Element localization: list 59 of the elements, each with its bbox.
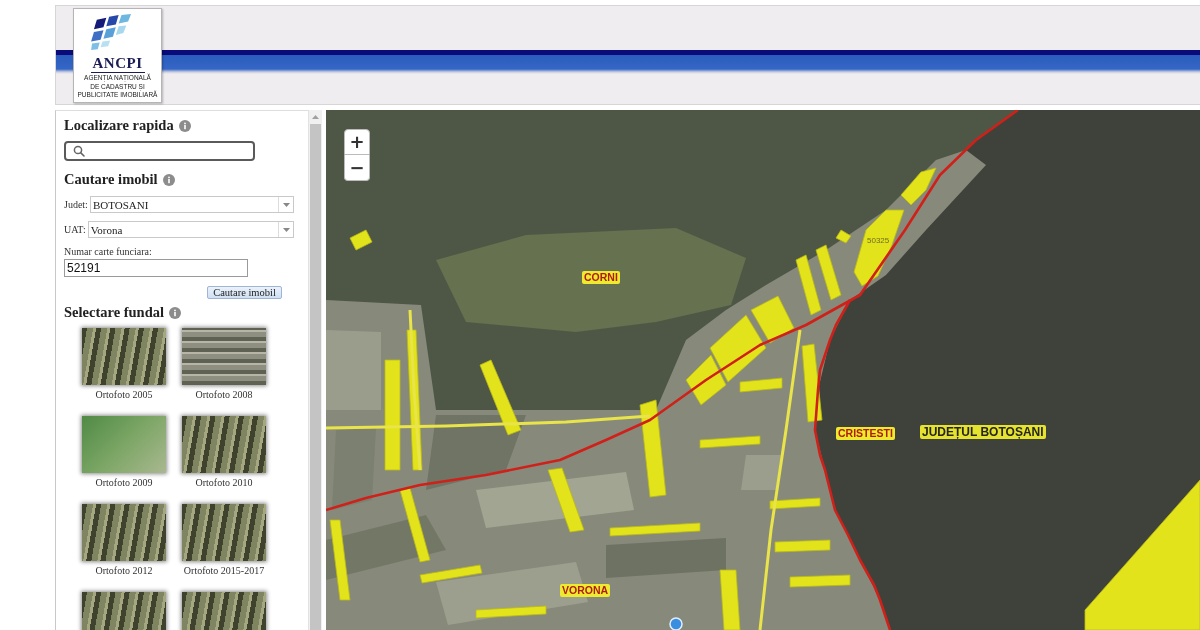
parcel-shape[interactable] <box>399 487 431 563</box>
input-field[interactable]: 52191 <box>64 259 248 277</box>
orthophoto-thumbnail[interactable] <box>182 416 266 473</box>
section-heading: Cautare imobil <box>64 171 158 188</box>
zoom-out-button[interactable]: − <box>344 155 370 181</box>
map-label: JUDEȚUL BOTOȘANI <box>920 425 1046 439</box>
parcel-shape[interactable] <box>801 343 823 423</box>
map-label: VORONA <box>560 584 611 597</box>
parcel-shape[interactable] <box>795 254 822 316</box>
logo-mark-icon <box>90 14 133 52</box>
orthophoto-thumbnail[interactable] <box>182 328 266 385</box>
thumbnail-caption: Ortofoto 2010 <box>195 477 253 489</box>
caret-icon <box>282 202 290 207</box>
thumbnail-caption: Ortofoto 2015-2017 <box>183 565 265 577</box>
section-heading: Selectare fundal <box>64 304 164 321</box>
scrollbar-thumb[interactable] <box>310 124 321 630</box>
orthophoto-thumbnail[interactable] <box>82 416 166 473</box>
parcel-shape[interactable] <box>1084 479 1200 630</box>
zoom-in-button[interactable]: + <box>344 129 370 155</box>
aerial-map[interactable]: 50325 CORNI CRISTESTI JUDEȚUL BOTOȘANI VORONA + − <box>326 110 1200 630</box>
dropdown-select[interactable]: Vorona <box>87 221 294 238</box>
parcel-shape[interactable] <box>685 354 727 406</box>
parcel-shape[interactable] <box>709 314 767 383</box>
logo-wordmark: ANCPI <box>90 56 145 73</box>
field-label: Judet: <box>64 198 88 211</box>
scrollbar[interactable] <box>308 110 322 630</box>
info-icon[interactable] <box>162 173 175 186</box>
search-property-button[interactable]: Cautare imobil <box>207 286 282 299</box>
dropdown-select[interactable]: BOTOSANI <box>89 196 294 213</box>
map-label: CORNI <box>582 271 620 284</box>
orthophoto-thumbnail[interactable] <box>182 504 266 561</box>
parcel-shape[interactable] <box>479 359 522 436</box>
thumbnail-caption: Ortofoto 2008 <box>195 389 253 401</box>
search-icon <box>73 145 85 157</box>
parcel-shape[interactable] <box>853 209 905 287</box>
orthophoto-thumbnail[interactable] <box>82 328 166 385</box>
map-label: CRISTESTI <box>836 427 895 440</box>
parcel-shape[interactable] <box>750 295 795 344</box>
location-marker-icon[interactable] <box>669 617 683 630</box>
parcel-shape[interactable] <box>329 519 351 601</box>
search-field[interactable] <box>64 141 255 161</box>
parcel-shape[interactable] <box>900 167 937 206</box>
map-label: 50325 <box>867 236 890 246</box>
thumbnail-caption: Ortofoto 2012 <box>95 565 153 577</box>
orthophoto-thumbnail[interactable] <box>82 504 166 561</box>
parcel-shape[interactable] <box>349 229 373 251</box>
info-icon[interactable] <box>178 119 191 132</box>
thumbnail-caption: Ortofoto 2009 <box>95 477 153 489</box>
parcel-shape[interactable] <box>639 399 667 498</box>
parcel-shape[interactable] <box>815 244 842 301</box>
caret-icon <box>282 227 290 232</box>
section-heading: Localizare rapida <box>64 117 174 134</box>
info-icon[interactable] <box>169 306 181 319</box>
parcel-shape[interactable] <box>835 229 852 244</box>
scroll-up-icon[interactable] <box>312 115 319 119</box>
thumbnail-caption: Ortofoto 2005 <box>95 389 153 401</box>
field-patch <box>741 455 781 490</box>
field-label: Numar carte funciara: <box>64 246 152 258</box>
field-label: UAT: <box>64 223 86 236</box>
